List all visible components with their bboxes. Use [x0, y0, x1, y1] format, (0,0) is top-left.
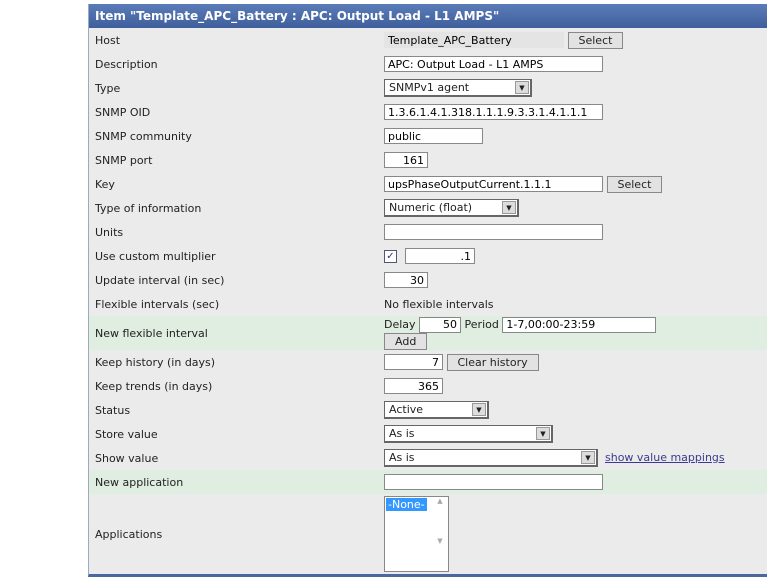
flex-intervals-value: No flexible intervals: [384, 297, 494, 311]
row-host: Host Select: [89, 28, 767, 52]
chevron-down-icon: ▼: [502, 201, 516, 214]
show-value-select[interactable]: As is ▼: [384, 449, 598, 467]
label: Keep history (in days): [95, 355, 216, 369]
type-of-information-select[interactable]: Numeric (float) ▼: [384, 199, 519, 217]
form-title: Item "Template_APC_Battery : APC: Output…: [89, 4, 767, 28]
label: SNMP OID: [95, 105, 151, 119]
selected: Active: [389, 403, 424, 416]
chevron-down-icon: ▼: [536, 427, 550, 440]
host-field[interactable]: [384, 32, 564, 48]
host-select-button[interactable]: Select: [567, 31, 624, 49]
snmp-port-input[interactable]: [384, 152, 428, 168]
label: Use custom multiplier: [95, 249, 216, 263]
label: Type of information: [95, 201, 202, 215]
status-select[interactable]: Active ▼: [384, 401, 489, 419]
snmp-oid-input[interactable]: [384, 104, 603, 120]
label: Type: [95, 81, 121, 95]
selected: Numeric (float): [389, 201, 473, 214]
selected: SNMPv1 agent: [389, 81, 470, 94]
label: Host: [95, 33, 121, 47]
chevron-down-icon: ▼: [472, 403, 486, 416]
label: Store value: [95, 427, 158, 441]
show-value-mappings-link[interactable]: show value mappings: [605, 451, 725, 464]
key-select-button[interactable]: Select: [606, 175, 663, 193]
description-input[interactable]: [384, 56, 603, 72]
chevron-down-icon: ▼: [581, 451, 595, 464]
label: Flexible intervals (sec): [95, 297, 220, 311]
label: Applications: [95, 527, 163, 541]
label: Units: [95, 225, 124, 239]
period-label: Period: [464, 317, 499, 331]
clear-history-button[interactable]: Clear history: [446, 353, 539, 371]
new-application-input[interactable]: [384, 474, 603, 490]
label: Update interval (in sec): [95, 273, 225, 287]
update-interval-input[interactable]: [384, 272, 428, 288]
type-select[interactable]: SNMPv1 agent ▼: [384, 79, 532, 97]
applications-listbox[interactable]: -None- ▲ ▼: [384, 496, 449, 572]
selected: As is: [389, 451, 415, 464]
item-form-panel: Item "Template_APC_Battery : APC: Output…: [88, 4, 767, 577]
key-input[interactable]: [384, 176, 603, 192]
custom-multiplier-checkbox[interactable]: ✓: [384, 249, 397, 263]
store-value-select[interactable]: As is ▼: [384, 425, 553, 443]
period-input[interactable]: [502, 316, 657, 333]
label: SNMP community: [95, 129, 192, 143]
add-button[interactable]: Add: [384, 332, 428, 350]
label: New flexible interval: [89, 316, 384, 350]
list-option[interactable]: -None-: [386, 498, 427, 511]
history-input[interactable]: [384, 354, 443, 370]
label: Status: [95, 403, 131, 417]
label: Key: [95, 177, 115, 191]
label: Description: [95, 57, 158, 71]
units-input[interactable]: [384, 224, 603, 240]
selected: As is: [389, 427, 415, 440]
snmp-community-input[interactable]: [384, 128, 483, 144]
multiplier-input[interactable]: [405, 248, 475, 264]
delay-label: Delay: [384, 317, 416, 331]
trends-input[interactable]: [384, 378, 443, 394]
label: SNMP port: [95, 153, 153, 167]
delay-input[interactable]: [419, 316, 462, 333]
label: New application: [89, 470, 384, 494]
label: Show value: [95, 451, 159, 465]
chevron-down-icon: ▼: [515, 81, 529, 94]
label: Keep trends (in days): [95, 379, 213, 393]
scrollbar[interactable]: ▲ ▼: [432, 497, 448, 571]
